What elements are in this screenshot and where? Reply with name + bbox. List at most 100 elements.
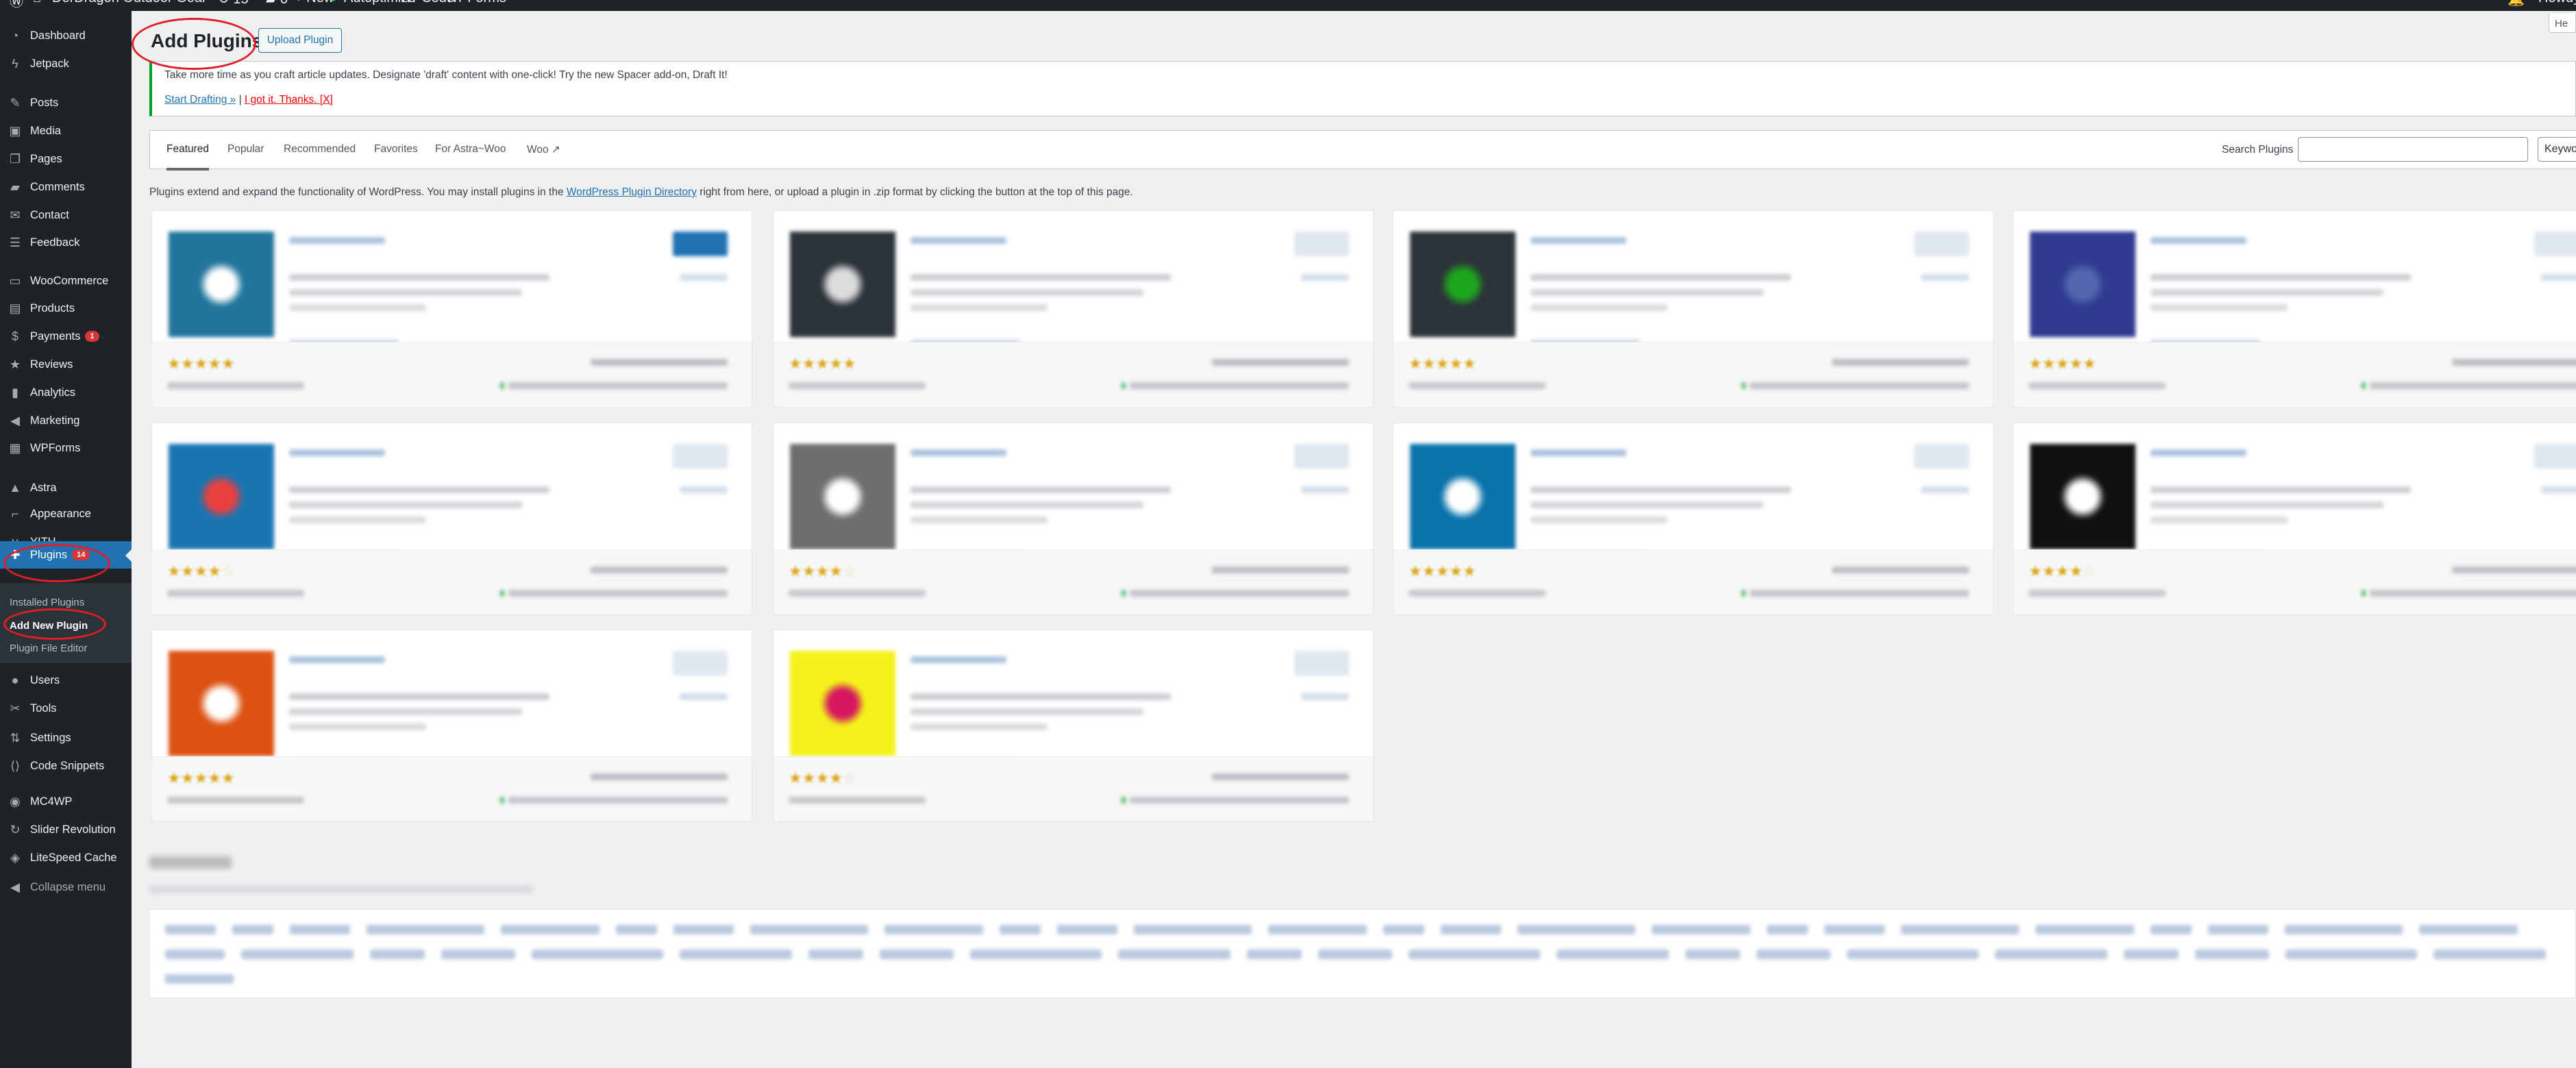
sidebar-item-litespeed-cache[interactable]: ◈ LiteSpeed Cache — [0, 844, 132, 871]
sidebar-item-reviews[interactable]: ★ Reviews — [0, 351, 132, 378]
install-now-button[interactable] — [1294, 444, 1349, 469]
plugin-card: ★ ★ ★ ★ ☆ — [773, 423, 1374, 615]
sidebar-item-comments[interactable]: ▰ Comments — [0, 173, 132, 201]
install-now-button[interactable] — [1294, 651, 1349, 675]
sidebar-item-wpforms[interactable]: ▦ WPForms — [0, 434, 132, 462]
sidebar-item-astra[interactable]: ▲ Astra — [0, 474, 132, 501]
sidebar-item-plugins[interactable]: ✚ Plugins 14 — [0, 541, 132, 569]
updates-link[interactable]: ↻ 15 — [218, 0, 249, 8]
wordpress-logo-icon[interactable]: Ⓦ — [10, 0, 23, 10]
blurred-text — [1409, 590, 1546, 597]
sidebar-item-appearance[interactable]: ⌐ Appearance — [0, 500, 132, 527]
sidebar-item-dashboard[interactable]: ◔ Dashboard — [0, 22, 132, 49]
sidebar-item-pages[interactable]: ❐ Pages — [0, 145, 132, 173]
plugin-icon[interactable] — [169, 651, 274, 756]
start-drafting-link[interactable]: Start Drafting » — [164, 94, 236, 105]
sidebar-item-code-snippets[interactable]: ⟨⟩ Code Snippets — [0, 752, 132, 780]
star-icon: ★ — [221, 355, 235, 372]
submenu-item-add-new-plugin[interactable]: Add New Plugin — [10, 620, 88, 632]
star-icon: ★ — [208, 769, 221, 786]
sidebar-item-label: Jetpack — [30, 57, 69, 70]
blurred-text — [289, 486, 549, 493]
search-type-select[interactable]: Keyword — [2538, 137, 2576, 162]
install-now-button[interactable] — [673, 232, 728, 256]
site-name-link[interactable]: DerDragon Outdoor Gear — [52, 0, 207, 6]
new-content-link[interactable]: + New — [295, 0, 334, 6]
upload-plugin-button[interactable]: Upload Plugin — [258, 28, 342, 53]
install-now-button[interactable] — [673, 444, 728, 469]
sidebar-item-tools[interactable]: ✂ Tools — [0, 695, 132, 722]
blurred-text — [441, 949, 515, 959]
howdy-account-link[interactable]: Howdy, — [2538, 0, 2576, 6]
comments-link[interactable]: ▰ 0 — [266, 0, 288, 8]
star-icon: ★ — [1435, 562, 1450, 580]
sidebar-item-jetpack[interactable]: ϟ Jetpack — [0, 50, 132, 77]
sidebar-item-users[interactable]: ● Users — [0, 667, 132, 694]
plugin-card-footer: ★ ★ ★ ★ ☆ — [773, 756, 1373, 821]
plugin-icon[interactable] — [790, 651, 895, 756]
plugin-icon[interactable] — [169, 444, 274, 549]
star-icon: ★ — [2055, 562, 2070, 580]
install-now-button[interactable] — [1914, 232, 1969, 256]
sidebar-item-label: Comments — [30, 180, 85, 193]
star-icon: ★ — [802, 562, 816, 580]
notification-bell-icon[interactable]: 🔔 — [2507, 0, 2525, 8]
search-plugins-input[interactable] — [2298, 137, 2528, 162]
submenu-item-plugin-file-editor[interactable]: Plugin File Editor — [10, 643, 87, 654]
star-icon: ★ — [167, 355, 181, 372]
plugin-icon[interactable] — [1410, 444, 1515, 549]
blurred-text — [1531, 289, 1763, 296]
install-now-button[interactable] — [1294, 232, 1349, 256]
dismiss-notice-link[interactable]: I got it. Thanks. [X] — [245, 94, 333, 105]
blurred-text — [1531, 274, 1791, 281]
sidebar-item-media[interactable]: ▣ Media — [0, 117, 132, 145]
plugin-icon[interactable] — [2030, 444, 2135, 549]
blurred-text — [370, 949, 425, 959]
sidebar-item-analytics[interactable]: ▮ Analytics — [0, 379, 132, 406]
home-icon: ⌂ — [33, 0, 41, 6]
blurred-text — [2151, 517, 2288, 523]
tab-for-astra-woo[interactable]: For Astra~Woo — [435, 143, 506, 156]
sidebar-item-marketing[interactable]: ◀ Marketing — [0, 407, 132, 434]
sidebar-item-feedback[interactable]: ☰ Feedback — [0, 229, 132, 256]
sidebar-item-posts[interactable]: ✎ Posts — [0, 89, 132, 116]
install-now-button[interactable] — [1914, 444, 1969, 469]
sidebar-item-contact[interactable]: ✉ Contact — [0, 201, 132, 229]
tab-featured[interactable]: Featured — [166, 143, 210, 171]
sidebar-item-payments[interactable]: $ Payments 1 — [0, 323, 132, 350]
install-now-button[interactable] — [673, 651, 728, 675]
sidebar-item-mc4wp[interactable]: ◉ MC4WP — [0, 788, 132, 815]
blurred-text — [2151, 486, 2411, 493]
sidebar-item-collapse-menu[interactable]: ◀ Collapse menu — [0, 873, 132, 901]
plugin-icon[interactable] — [1410, 232, 1515, 337]
tab-woo-external[interactable]: Woo ↗ — [527, 143, 560, 156]
admin-bar: Ⓦ ⌂ DerDragon Outdoor Gear ↻ 15 ▰ 0 + Ne… — [0, 0, 2576, 11]
blurred-text — [591, 359, 728, 366]
tab-recommended[interactable]: Recommended — [284, 143, 356, 156]
install-now-button[interactable] — [2534, 232, 2576, 256]
star-icon: ★ — [829, 562, 843, 580]
compatible-check-icon — [1122, 382, 1126, 389]
submenu-item-installed-plugins[interactable]: Installed Plugins — [10, 597, 84, 608]
plugin-icon[interactable] — [790, 444, 895, 549]
plugin-icon[interactable] — [790, 232, 895, 337]
sidebar-item-slider-revolution[interactable]: ↻ Slider Revolution — [0, 816, 132, 843]
plugin-directory-link[interactable]: WordPress Plugin Directory — [567, 186, 697, 198]
install-now-button[interactable] — [2534, 444, 2576, 469]
blurred-text — [880, 949, 954, 959]
sidebar-item-products[interactable]: ▤ Products — [0, 295, 132, 322]
tab-popular[interactable]: Popular — [227, 143, 264, 156]
wpforms-link[interactable]: WPForms — [445, 0, 506, 6]
blurred-text — [289, 723, 426, 730]
blurred-text — [1531, 517, 1668, 523]
blurred-text — [167, 797, 304, 804]
help-tab-button[interactable]: He — [2549, 14, 2576, 33]
sidebar-item-woocommerce[interactable]: ▭ WooCommerce — [0, 267, 132, 295]
plugin-card: ★ ★ ★ ★ ☆ — [773, 630, 1374, 822]
plugin-icon[interactable] — [169, 232, 274, 337]
tab-favorites[interactable]: Favorites — [374, 143, 418, 156]
blurred-text — [165, 974, 234, 984]
plugin-icon[interactable] — [2030, 232, 2135, 337]
sidebar-item-settings[interactable]: ⇅ Settings — [0, 724, 132, 752]
blurred-text — [501, 925, 599, 934]
